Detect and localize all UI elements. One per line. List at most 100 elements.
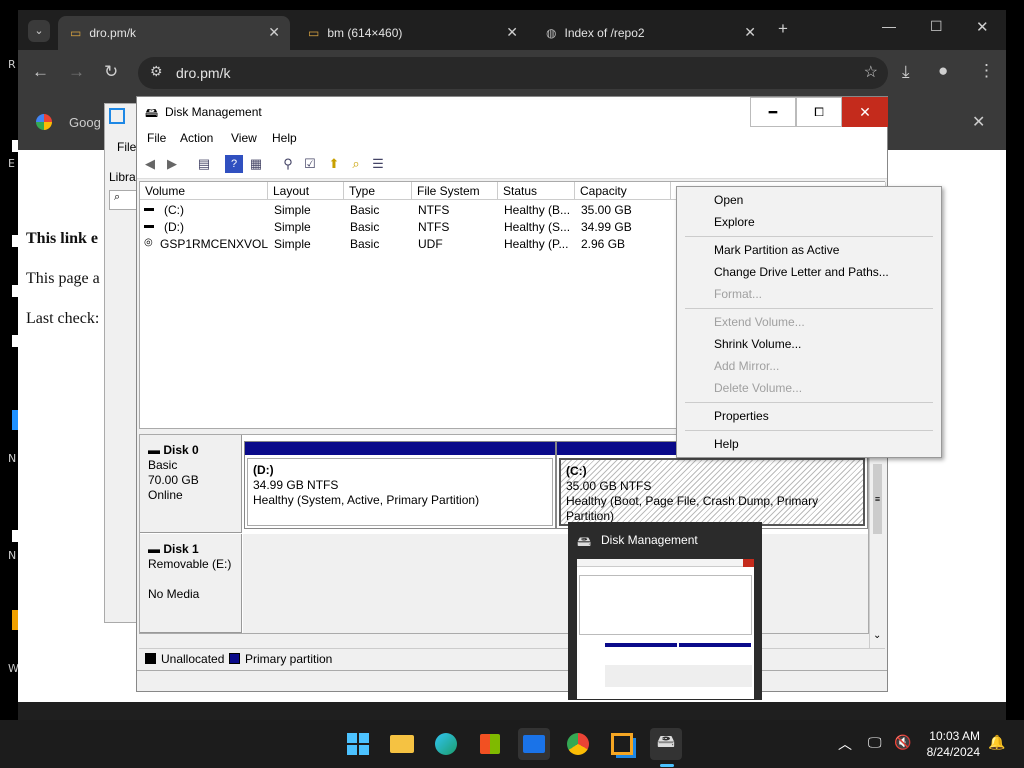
notification-bell-icon[interactable]: 🔔 bbox=[988, 734, 1005, 751]
menu-item-properties[interactable]: Properties bbox=[714, 409, 769, 423]
column-volume[interactable]: Volume bbox=[140, 182, 268, 200]
disk-icon: ▬ bbox=[148, 542, 164, 556]
disk-management-button[interactable]: 🖴 bbox=[650, 728, 682, 760]
globe-icon: ◍ bbox=[546, 26, 557, 40]
check-icon[interactable]: ☑ bbox=[301, 155, 319, 173]
list-icon[interactable]: ☰ bbox=[369, 155, 387, 173]
vertical-scrollbar[interactable]: ≡ ⌄ bbox=[869, 434, 885, 648]
active-indicator bbox=[660, 764, 674, 767]
maximize-button[interactable]: ⧠ bbox=[796, 97, 842, 127]
back-icon[interactable]: ← bbox=[32, 62, 49, 82]
menu-item-change-letter[interactable]: Change Drive Letter and Paths... bbox=[714, 265, 889, 279]
download-icon[interactable]: ⤓ bbox=[902, 62, 910, 82]
column-status[interactable]: Status bbox=[498, 182, 575, 200]
cell-status: Healthy (B... bbox=[504, 203, 571, 217]
status-bar bbox=[137, 670, 887, 691]
properties-icon[interactable]: ▦ bbox=[247, 155, 265, 173]
preview-thumbnail[interactable] bbox=[577, 559, 754, 699]
help-icon[interactable]: ? bbox=[225, 155, 243, 173]
page-text: This page a bbox=[26, 270, 100, 287]
taskbar-preview[interactable]: 🖴 Disk Management bbox=[568, 522, 762, 700]
back-icon[interactable]: ◀ bbox=[141, 155, 159, 173]
desktop-icon-label: E bbox=[8, 157, 15, 170]
chevron-down-icon[interactable]: ⌄ bbox=[873, 630, 881, 641]
volume-muted-icon[interactable]: 🔇 bbox=[894, 734, 911, 751]
folder-up-icon[interactable]: ⬆ bbox=[325, 155, 343, 173]
menu-view[interactable]: View bbox=[231, 131, 257, 145]
profile-icon[interactable]: ● bbox=[938, 61, 948, 81]
cell-volume: (C:) bbox=[164, 203, 184, 217]
menu-item-help[interactable]: Help bbox=[714, 437, 739, 451]
file-explorer-button[interactable] bbox=[386, 728, 418, 760]
star-icon[interactable]: ☆ bbox=[864, 62, 878, 82]
bookmark-label[interactable]: Goog bbox=[69, 115, 101, 130]
address-bar[interactable]: ⚙ dro.pm/k ☆ bbox=[138, 57, 888, 89]
table-row[interactable]: ▬ (D:) Simple Basic NTFS Healthy (S... 3… bbox=[140, 218, 700, 235]
clock-date[interactable]: 8/24/2024 bbox=[920, 745, 980, 759]
disk-name: Disk 1 bbox=[163, 542, 199, 556]
forward-icon[interactable]: ▶ bbox=[163, 155, 181, 173]
title-bar[interactable]: 🖴 Disk Management ━ ⧠ ✕ bbox=[137, 97, 888, 127]
menu-item-open[interactable]: Open bbox=[714, 193, 743, 207]
tab-bm[interactable]: ▭ bm (614×460) ✕ bbox=[296, 16, 528, 50]
partition-letter: (D:) bbox=[253, 463, 274, 477]
column-capacity[interactable]: Capacity bbox=[575, 182, 671, 200]
tab-search-icon[interactable]: ⌄ bbox=[28, 20, 50, 42]
close-icon[interactable]: ✕ bbox=[744, 24, 756, 41]
disk-0-label[interactable]: ▬ Disk 0 Basic 70.00 GB Online bbox=[140, 435, 242, 533]
tab-dro-pm[interactable]: ▭ dro.pm/k ✕ bbox=[58, 16, 290, 50]
menu-icon[interactable]: ⋮ bbox=[978, 61, 995, 81]
menu-file[interactable]: File bbox=[147, 131, 166, 145]
menu-action[interactable]: Action bbox=[180, 131, 213, 145]
edge-button[interactable] bbox=[430, 728, 462, 760]
drive-icon: ▬ bbox=[144, 203, 154, 214]
column-layout[interactable]: Layout bbox=[268, 182, 344, 200]
table-row[interactable]: ◎ GSP1RMCENXVOL... Simple Basic UDF Heal… bbox=[140, 235, 700, 252]
start-icon bbox=[347, 733, 369, 755]
page-text: Last check: bbox=[26, 310, 100, 327]
disk-1-label[interactable]: ▬ Disk 1 Removable (E:) No Media bbox=[140, 534, 242, 633]
menu-item-explore[interactable]: Explore bbox=[714, 215, 755, 229]
preview-title: Disk Management bbox=[601, 533, 698, 547]
menu-item-shrink[interactable]: Shrink Volume... bbox=[714, 337, 801, 351]
menu-item-mark-active[interactable]: Mark Partition as Active bbox=[714, 243, 839, 257]
reload-icon[interactable]: ↻ bbox=[104, 62, 118, 82]
close-icon[interactable]: ✕ bbox=[972, 112, 985, 132]
scroll-thumb[interactable]: ≡ bbox=[873, 464, 882, 534]
chrome-button[interactable] bbox=[562, 728, 594, 760]
disk-name: Disk 0 bbox=[163, 443, 199, 457]
outlook-button[interactable] bbox=[518, 728, 550, 760]
bg-menu-label[interactable]: File bbox=[117, 140, 136, 154]
clock-time[interactable]: 10:03 AM bbox=[920, 729, 980, 743]
close-button[interactable]: ✕ bbox=[842, 97, 888, 127]
column-file-system[interactable]: File System bbox=[412, 182, 498, 200]
close-icon[interactable]: ✕ bbox=[268, 24, 280, 41]
page-heading: This link e bbox=[26, 230, 99, 247]
vmware-button[interactable] bbox=[606, 728, 638, 760]
optical-drive-icon: ◎ bbox=[144, 237, 153, 248]
table-row[interactable]: ▬ (C:) Simple Basic NTFS Healthy (B... 3… bbox=[140, 201, 700, 218]
close-icon[interactable]: ✕ bbox=[976, 18, 989, 36]
legend: Unallocated Primary partition bbox=[139, 648, 885, 668]
minimize-icon[interactable]: — bbox=[882, 18, 896, 34]
legend-label: Primary partition bbox=[245, 652, 333, 666]
menu-help[interactable]: Help bbox=[272, 131, 297, 145]
partition-d[interactable]: (D:) 34.99 GB NTFS Healthy (System, Acti… bbox=[244, 441, 556, 529]
close-icon[interactable]: ✕ bbox=[506, 24, 518, 41]
outlook-icon bbox=[523, 735, 545, 753]
console-tree-icon[interactable]: ▤ bbox=[195, 155, 213, 173]
tab-index-repo2[interactable]: ◍ Index of /repo2 ✕ bbox=[534, 16, 766, 50]
minimize-button[interactable]: ━ bbox=[750, 97, 796, 127]
bg-side-label: Libra bbox=[109, 170, 136, 184]
disk-size bbox=[148, 572, 241, 587]
site-info-icon[interactable]: ⚙ bbox=[150, 63, 163, 80]
start-button[interactable] bbox=[342, 728, 374, 760]
search-folder-icon[interactable]: ⌕ bbox=[347, 155, 365, 173]
maximize-icon[interactable]: ☐ bbox=[930, 18, 943, 35]
column-type[interactable]: Type bbox=[344, 182, 412, 200]
store-button[interactable] bbox=[474, 728, 506, 760]
new-tab-icon[interactable]: + bbox=[778, 19, 788, 39]
connect-icon[interactable]: ⚲ bbox=[279, 155, 297, 173]
network-icon[interactable]: 🖵 bbox=[868, 734, 882, 751]
chevron-up-icon[interactable]: ︿ bbox=[838, 734, 852, 754]
